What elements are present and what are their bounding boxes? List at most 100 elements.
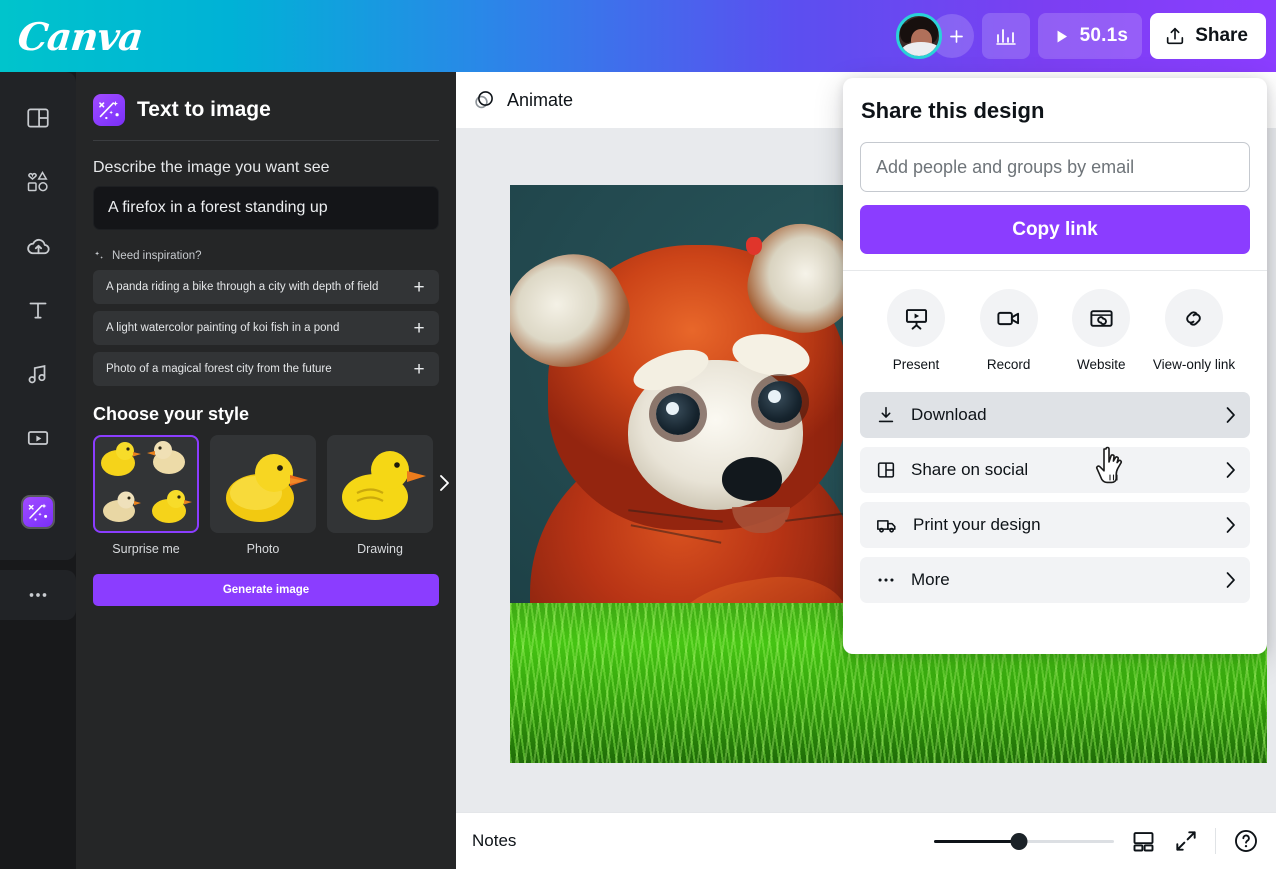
animate-circles-icon: [475, 91, 493, 109]
notes-button[interactable]: Notes: [472, 831, 516, 851]
sidebar-item-design[interactable]: [7, 86, 69, 150]
style-card-photo[interactable]: Photo: [210, 435, 316, 556]
sidebar-item-more[interactable]: [0, 570, 76, 620]
add-suggestion-icon[interactable]: +: [409, 278, 429, 297]
record-camcorder-icon: [979, 289, 1038, 347]
zoom-slider-fill: [934, 839, 1019, 843]
share-email-input[interactable]: Add people and groups by email: [860, 142, 1250, 192]
avatar-body: [901, 42, 939, 56]
stats-button[interactable]: [981, 13, 1030, 59]
cloud-upload-icon: [26, 238, 50, 254]
fullscreen-icon: [1176, 831, 1196, 851]
chevron-right-icon: [1226, 517, 1235, 533]
canva-logo[interactable]: Canva: [16, 14, 145, 59]
sidebar-item-videos[interactable]: [7, 406, 69, 470]
panda-eye-left: [656, 393, 700, 435]
share-menu-item-share-on-social[interactable]: Share on social: [860, 447, 1250, 493]
duration-label: 50.1s: [1079, 25, 1129, 46]
style-card-drawing[interactable]: Drawing: [327, 435, 433, 556]
style-thumbnail: [210, 435, 316, 533]
share-menu-item-more[interactable]: More: [860, 557, 1250, 603]
style-section-title: Choose your style: [93, 404, 250, 424]
plus-icon: [950, 29, 964, 43]
rail-main-group: [0, 72, 76, 560]
share-action-present[interactable]: Present: [870, 289, 962, 372]
download-arrow-icon: [878, 406, 894, 423]
present-easel-icon: [887, 289, 945, 347]
print-truck-icon: [877, 520, 896, 533]
style-carousel: Surprise me Photo Drawing: [93, 435, 449, 556]
style-label: Photo: [246, 542, 280, 556]
fullscreen-button[interactable]: [1173, 828, 1199, 854]
link-chain-icon: [1164, 289, 1223, 347]
share-menu-label: Share on social: [911, 460, 1029, 479]
share-menu-label: More: [911, 570, 950, 589]
share-button[interactable]: Share: [1150, 13, 1266, 59]
help-button[interactable]: [1232, 827, 1260, 855]
prompt-label: Describe the image you want see: [93, 159, 330, 176]
suggestion-chip[interactable]: Photo of a magical forest city from the …: [93, 352, 439, 386]
sidebar-item-elements[interactable]: [7, 150, 69, 214]
social-panels-icon: [877, 462, 895, 478]
style-label: Drawing: [357, 542, 403, 556]
share-action-view-only-link[interactable]: View-only link: [1148, 289, 1240, 372]
style-thumbnail: [327, 435, 433, 533]
sidebar-item-text[interactable]: [7, 278, 69, 342]
share-menu-item-download[interactable]: Download: [860, 392, 1250, 438]
layout-icon: [27, 108, 49, 128]
sidebar-item-apps-magic[interactable]: [7, 480, 69, 544]
add-suggestion-icon[interactable]: +: [409, 360, 429, 379]
share-panel: Share this design Add people and groups …: [843, 78, 1267, 654]
suggestion-text: A panda riding a bike through a city wit…: [106, 281, 379, 293]
collaborators-group: [895, 13, 974, 59]
share-action-label: Present: [892, 357, 940, 372]
share-button-label: Share: [1195, 25, 1248, 46]
copy-link-button[interactable]: Copy link: [860, 205, 1250, 254]
play-duration-button[interactable]: 50.1s: [1037, 13, 1143, 59]
share-action-website[interactable]: Website: [1055, 289, 1147, 372]
share-action-record[interactable]: Record: [963, 289, 1055, 372]
bar-chart-icon: [995, 29, 1016, 45]
avatar[interactable]: [895, 13, 942, 59]
panel-divider: [93, 140, 439, 141]
add-suggestion-icon[interactable]: +: [409, 319, 429, 338]
canva-editor: Canva 50.1s Share Text to image Describe…: [0, 0, 1276, 869]
copy-link-label: Copy link: [1012, 218, 1098, 240]
magic-wand-icon: [93, 94, 125, 126]
generate-image-button[interactable]: Generate image: [93, 574, 439, 606]
top-bar: Canva 50.1s Share: [0, 0, 1276, 72]
top-bar-actions: 50.1s Share: [895, 0, 1276, 72]
website-browser-icon: [1072, 289, 1131, 347]
bottom-bar-divider: [1215, 828, 1216, 854]
share-menu-label: Print your design: [913, 515, 1041, 534]
suggestion-chip[interactable]: A panda riding a bike through a city wit…: [93, 270, 439, 304]
style-thumbnail: [93, 435, 199, 533]
prompt-input[interactable]: A firefox in a forest standing up: [93, 186, 439, 230]
shapes-icon: [27, 171, 48, 192]
grid-view-button[interactable]: [1130, 828, 1157, 855]
zoom-slider[interactable]: [934, 832, 1114, 850]
prompt-input-value: A firefox in a forest standing up: [108, 199, 328, 216]
share-menu-item-print-your-design[interactable]: Print your design: [860, 502, 1250, 548]
sparkles-icon: [95, 251, 103, 259]
zoom-slider-thumb[interactable]: [1010, 832, 1028, 850]
sidebar-item-uploads[interactable]: [7, 214, 69, 278]
suggestion-chip[interactable]: A light watercolor painting of koi fish …: [93, 311, 439, 345]
share-action-label: View-only link: [1152, 357, 1236, 372]
share-email-placeholder: Add people and groups by email: [876, 156, 1135, 177]
chevron-right-icon: [440, 475, 449, 491]
grid-view-icon: [1133, 831, 1154, 851]
inspiration-label: Need inspiration?: [112, 250, 202, 262]
share-panel-title: Share this design: [861, 98, 1045, 123]
style-card-surprise-me[interactable]: Surprise me: [93, 435, 199, 556]
chevron-right-icon: [1226, 462, 1235, 478]
animate-label: Animate: [507, 89, 574, 110]
carousel-next-button[interactable]: [433, 473, 455, 499]
bottom-bar: Notes: [456, 812, 1276, 869]
sidebar-item-audio[interactable]: [7, 342, 69, 406]
pointing-hand-cursor: [1095, 446, 1123, 484]
inspiration-header: Need inspiration?: [93, 250, 439, 262]
more-dots-icon: [878, 578, 894, 582]
share-action-label: Record: [986, 357, 1031, 372]
animate-button[interactable]: Animate: [472, 88, 573, 112]
